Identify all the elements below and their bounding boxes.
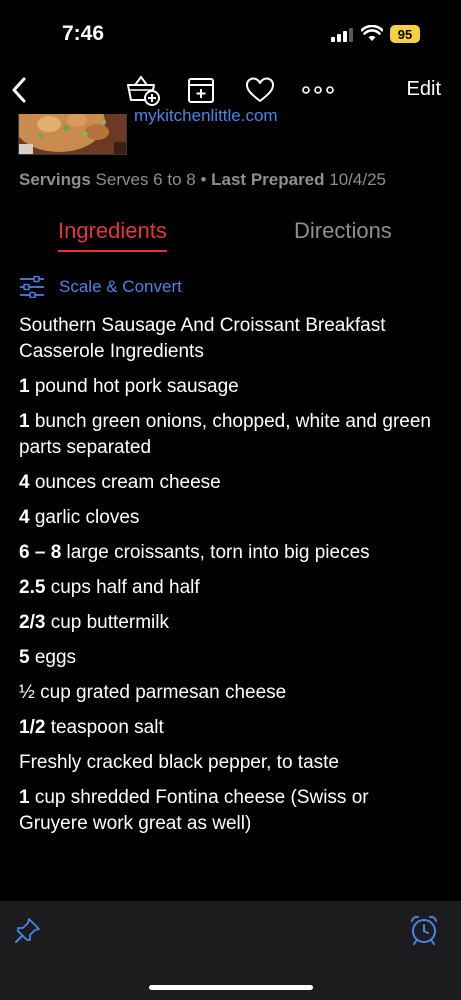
recipe-tabs: Ingredients Directions xyxy=(0,218,461,258)
tab-ingredients[interactable]: Ingredients xyxy=(58,218,167,252)
servings-value: Serves 6 to 8 xyxy=(95,170,196,189)
ingredient-text: Southern Sausage And Croissant Breakfast… xyxy=(19,315,386,362)
pin-button[interactable] xyxy=(14,916,42,951)
ingredient-text: garlic cloves xyxy=(34,507,140,528)
scale-convert-label: Scale & Convert xyxy=(59,277,182,296)
ingredient-text: pound hot pork sausage xyxy=(34,376,239,397)
heart-icon xyxy=(246,77,274,102)
last-prepared-value: 10/4/25 xyxy=(329,170,386,189)
ingredient-text: cup buttermilk xyxy=(50,612,169,633)
battery-indicator: 95 xyxy=(390,25,420,43)
alarm-clock-icon xyxy=(411,915,437,945)
ingredient-qty: 6 – 8 xyxy=(19,542,62,563)
ingredient-qty: 2/3 xyxy=(19,612,46,633)
add-to-collection-button[interactable] xyxy=(186,72,216,108)
ingredient-item: 6 – 8 large croissants, torn into big pi… xyxy=(19,540,439,566)
timer-button[interactable] xyxy=(409,914,439,951)
chevron-left-icon xyxy=(12,77,26,103)
tab-directions[interactable]: Directions xyxy=(294,218,392,244)
ingredient-text: ounces cream cheese xyxy=(34,472,221,493)
ingredient-item: 1 pound hot pork sausage xyxy=(19,374,439,400)
last-prepared-label: Last Prepared xyxy=(211,170,325,189)
ingredient-item: Freshly cracked black pepper, to taste xyxy=(19,750,439,776)
ingredient-item: 1 bunch green onions, chopped, white and… xyxy=(19,409,439,461)
servings-label: Servings xyxy=(19,170,91,189)
ingredient-text: ½ cup grated parmesan cheese xyxy=(19,682,287,703)
ingredient-item: Southern Sausage And Croissant Breakfast… xyxy=(19,313,439,365)
ingredient-qty: 1/2 xyxy=(19,717,46,738)
more-icon xyxy=(302,86,334,94)
ingredient-text: large croissants, torn into big pieces xyxy=(66,542,370,563)
more-button[interactable] xyxy=(300,72,336,108)
ingredient-qty: 5 xyxy=(19,647,30,668)
sliders-icon xyxy=(20,276,44,298)
back-button[interactable] xyxy=(8,72,30,108)
ingredient-item: 1/2 teaspoon salt xyxy=(19,715,439,741)
ingredient-text: eggs xyxy=(34,647,77,668)
status-time: 7:46 xyxy=(62,22,105,45)
ingredient-text: Freshly cracked black pepper, to taste xyxy=(19,752,339,773)
home-indicator[interactable] xyxy=(149,985,313,990)
status-bar: 7:46 95 xyxy=(0,0,461,66)
ingredient-item: 4 ounces cream cheese xyxy=(19,470,439,496)
ingredient-text: cup shredded Fontina cheese (Swiss or Gr… xyxy=(19,787,369,834)
source-link[interactable]: mykitchenlittle.com xyxy=(134,106,278,126)
cellular-signal-icon xyxy=(331,28,353,42)
favorite-button[interactable] xyxy=(244,72,276,108)
recipe-photo xyxy=(19,114,126,154)
edit-button[interactable]: Edit xyxy=(407,78,441,101)
ingredient-text: teaspoon salt xyxy=(50,717,164,738)
ingredient-qty: 1 xyxy=(19,411,30,432)
ingredient-qty: 2.5 xyxy=(19,577,46,598)
recipe-meta: Servings Serves 6 to 8 • Last Prepared 1… xyxy=(19,170,386,190)
wifi-icon xyxy=(361,25,383,41)
ingredient-list: Southern Sausage And Croissant Breakfast… xyxy=(19,313,439,846)
recipe-thumbnail xyxy=(18,114,127,155)
ingredient-item: 2.5 cups half and half xyxy=(19,575,439,601)
ingredient-qty: 4 xyxy=(19,472,30,493)
scale-convert-button[interactable]: Scale & Convert xyxy=(19,276,182,298)
ingredient-qty: 4 xyxy=(19,507,30,528)
pin-icon xyxy=(15,918,40,943)
meta-separator: • xyxy=(200,170,207,189)
ingredient-text: bunch green onions, chopped, white and g… xyxy=(19,411,431,458)
add-to-grocery-button[interactable] xyxy=(124,72,162,108)
ingredient-item: 2/3 cup buttermilk xyxy=(19,610,439,636)
ingredient-item: 1 cup shredded Fontina cheese (Swiss or … xyxy=(19,785,439,837)
battery-level: 95 xyxy=(397,26,413,42)
ingredient-qty: 1 xyxy=(19,787,30,808)
ingredient-item: 5 eggs xyxy=(19,645,439,671)
add-to-collection-icon xyxy=(188,78,214,103)
ingredient-item: ½ cup grated parmesan cheese xyxy=(19,680,439,706)
ingredient-qty: 1 xyxy=(19,376,30,397)
ingredient-item: 4 garlic cloves xyxy=(19,505,439,531)
basket-plus-icon xyxy=(127,75,160,106)
ingredient-text: cups half and half xyxy=(50,577,200,598)
